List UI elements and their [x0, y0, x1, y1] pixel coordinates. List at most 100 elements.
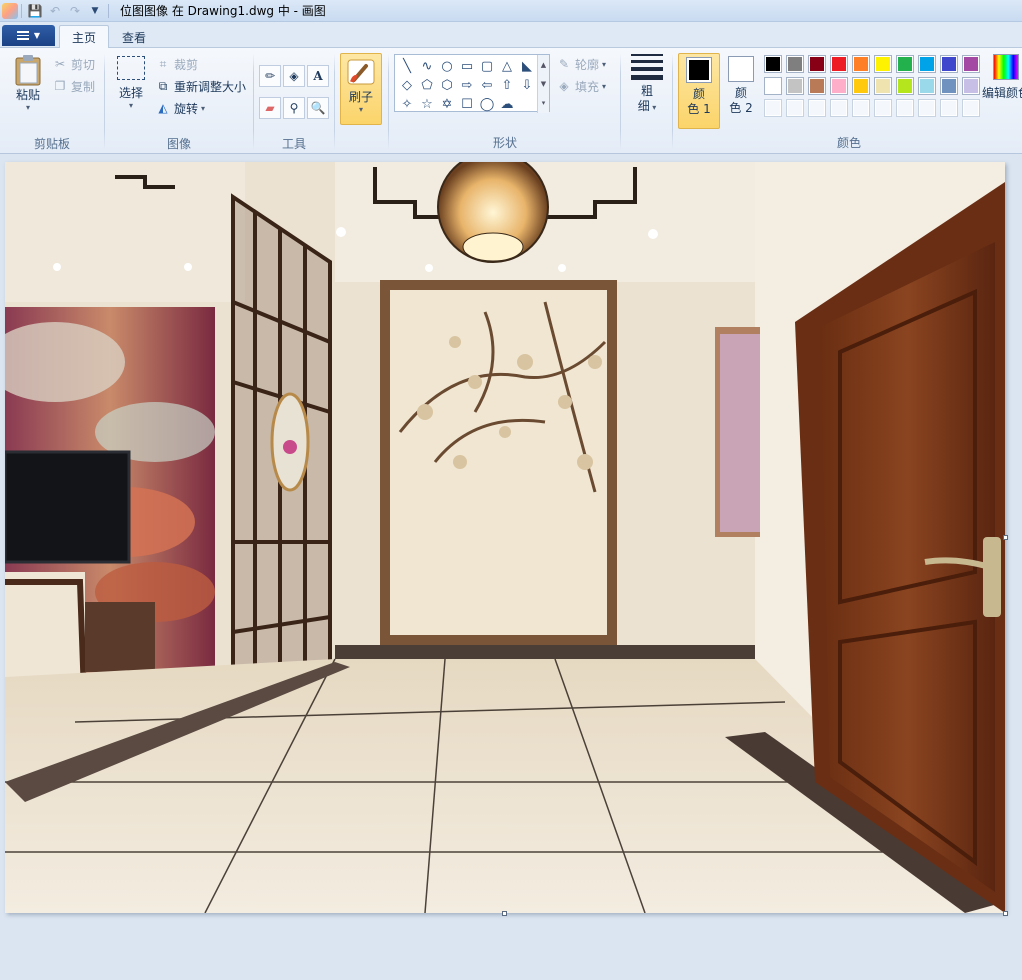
- shapes-scrollbar[interactable]: ▲ ▼ ▾: [537, 55, 549, 113]
- eraser-icon[interactable]: ▰: [259, 97, 281, 119]
- palette-color-swatch[interactable]: [786, 55, 804, 73]
- palette-color-swatch[interactable]: [962, 55, 980, 73]
- size-label-2: 细 ▾: [638, 99, 657, 115]
- palette-color-swatch[interactable]: [808, 55, 826, 73]
- shape-icon[interactable]: ▭: [458, 57, 476, 75]
- shape-icon[interactable]: ✡: [438, 95, 456, 113]
- tab-home[interactable]: 主页: [59, 25, 110, 49]
- outline-icon: ✎: [558, 57, 570, 71]
- shape-icon[interactable]: ⇩: [518, 76, 536, 94]
- paint-app-icon[interactable]: [2, 2, 18, 19]
- palette-color-swatch[interactable]: [874, 99, 892, 117]
- undo-icon[interactable]: ↶: [45, 2, 65, 20]
- palette-color-swatch[interactable]: [874, 77, 892, 95]
- copy-icon: ❐: [54, 79, 66, 93]
- fill-bucket-icon[interactable]: ◈: [283, 65, 305, 87]
- scissors-icon: ✂: [54, 57, 66, 71]
- drawing-canvas[interactable]: [5, 162, 1005, 913]
- save-icon[interactable]: 💾: [25, 2, 45, 20]
- palette-color-swatch[interactable]: [918, 77, 936, 95]
- fill-button[interactable]: ◈ 填充 ▾: [556, 76, 606, 96]
- colors-group-label: 颜色: [836, 136, 861, 150]
- shape-icon[interactable]: ⇦: [478, 76, 496, 94]
- shape-icon[interactable]: ◯: [478, 95, 496, 113]
- rotate-icon: ◭: [158, 101, 168, 115]
- fill-icon: ◈: [559, 79, 569, 93]
- shape-icon[interactable]: ▢: [478, 57, 496, 75]
- shapes-gallery[interactable]: ▲ ▼ ▾ ╲ ∿ ○ ▭ ▢ △ ◣ ◇ ⬠ ⬡ ⇨ ⇦ ⇧ ⇩ ✧ ☆ ✡ ☐ ◯ ☁: [394, 54, 550, 113]
- text-tool-icon[interactable]: A: [307, 65, 329, 87]
- palette-color-swatch[interactable]: [940, 55, 958, 73]
- palette-color-swatch[interactable]: [786, 77, 804, 95]
- divider: [620, 54, 621, 150]
- chevron-down-icon: ▼: [33, 31, 41, 40]
- palette-color-swatch[interactable]: [830, 55, 848, 73]
- palette-color-swatch[interactable]: [874, 55, 892, 73]
- pencil-icon[interactable]: ✏: [259, 65, 281, 87]
- color-2-button[interactable]: 颜 色 2: [722, 53, 760, 129]
- edit-colors-button[interactable]: 编辑颜色: [982, 54, 1022, 130]
- cut-button[interactable]: ✂ 剪切: [52, 54, 95, 74]
- palette-color-swatch[interactable]: [896, 99, 914, 117]
- palette-color-swatch[interactable]: [918, 55, 936, 73]
- palette-color-swatch[interactable]: [808, 99, 826, 117]
- palette-color-swatch[interactable]: [962, 77, 980, 95]
- shape-icon[interactable]: ☆: [418, 95, 436, 113]
- quick-access-toolbar: 💾 ↶ ↷ ▼: [0, 0, 112, 22]
- rotate-button[interactable]: ◭ 旋转 ▾: [155, 98, 205, 118]
- shape-icon[interactable]: ⬠: [418, 76, 436, 94]
- clipboard-group-label: 剪贴板: [33, 137, 70, 151]
- copy-button[interactable]: ❐ 复制: [52, 76, 95, 96]
- shape-icon[interactable]: △: [498, 57, 516, 75]
- palette-color-swatch[interactable]: [808, 77, 826, 95]
- paint-menu-button[interactable]: ▼: [2, 25, 55, 46]
- color-1-button[interactable]: 颜 色 1: [678, 53, 720, 129]
- shape-icon[interactable]: ☁: [498, 95, 516, 113]
- resize-handle-right[interactable]: [1003, 535, 1008, 540]
- paste-button[interactable]: 粘贴 ▾: [8, 54, 48, 112]
- palette-color-swatch[interactable]: [852, 55, 870, 73]
- crop-button[interactable]: ⌗ 裁剪: [155, 54, 198, 74]
- redo-icon[interactable]: ↷: [65, 2, 85, 20]
- palette-color-swatch[interactable]: [918, 99, 936, 117]
- outline-button[interactable]: ✎ 轮廓 ▾: [556, 54, 606, 74]
- palette-color-swatch[interactable]: [830, 77, 848, 95]
- resize-handle-corner[interactable]: [1003, 911, 1008, 916]
- shape-icon[interactable]: ⇧: [498, 76, 516, 94]
- shape-icon[interactable]: ◣: [518, 57, 536, 75]
- shape-icon[interactable]: ⬡: [438, 76, 456, 94]
- shape-icon[interactable]: ○: [438, 57, 456, 75]
- resize-button[interactable]: ⧉ 重新调整大小: [155, 76, 246, 96]
- palette-color-swatch[interactable]: [764, 55, 782, 73]
- palette-color-swatch[interactable]: [896, 55, 914, 73]
- palette-color-swatch[interactable]: [764, 99, 782, 117]
- tab-view[interactable]: 查看: [110, 25, 158, 49]
- size-button[interactable]: 粗 细 ▾: [626, 54, 668, 130]
- shape-icon[interactable]: ◇: [398, 76, 416, 94]
- shape-icon[interactable]: ╲: [398, 57, 416, 75]
- palette-color-swatch[interactable]: [940, 77, 958, 95]
- palette-color-swatch[interactable]: [786, 99, 804, 117]
- palette-color-swatch[interactable]: [852, 77, 870, 95]
- palette-color-swatch[interactable]: [764, 77, 782, 95]
- palette-color-swatch[interactable]: [852, 99, 870, 117]
- shape-icon[interactable]: ⇨: [458, 76, 476, 94]
- shape-icon[interactable]: ∿: [418, 57, 436, 75]
- customize-quick-access-icon[interactable]: ▼: [85, 2, 105, 20]
- shape-icon[interactable]: ☐: [458, 95, 476, 113]
- chevron-down-icon[interactable]: ▼: [541, 80, 546, 88]
- select-button[interactable]: 选择 ▾: [111, 56, 151, 110]
- palette-color-swatch[interactable]: [830, 99, 848, 117]
- color-picker-icon[interactable]: ⚲: [283, 97, 305, 119]
- palette-color-swatch[interactable]: [962, 99, 980, 117]
- palette-color-swatch[interactable]: [896, 77, 914, 95]
- chevron-down-icon: ▾: [649, 103, 657, 112]
- palette-color-swatch[interactable]: [940, 99, 958, 117]
- brushes-button[interactable]: 刷子 ▾: [340, 53, 382, 125]
- magnifier-icon[interactable]: 🔍: [307, 97, 329, 119]
- chevron-up-icon[interactable]: ▲: [541, 61, 546, 69]
- resize-handle-bottom[interactable]: [502, 911, 507, 916]
- expand-gallery-icon[interactable]: ▾: [542, 99, 546, 107]
- canvas-area[interactable]: [0, 155, 1022, 980]
- shape-icon[interactable]: ✧: [398, 95, 416, 113]
